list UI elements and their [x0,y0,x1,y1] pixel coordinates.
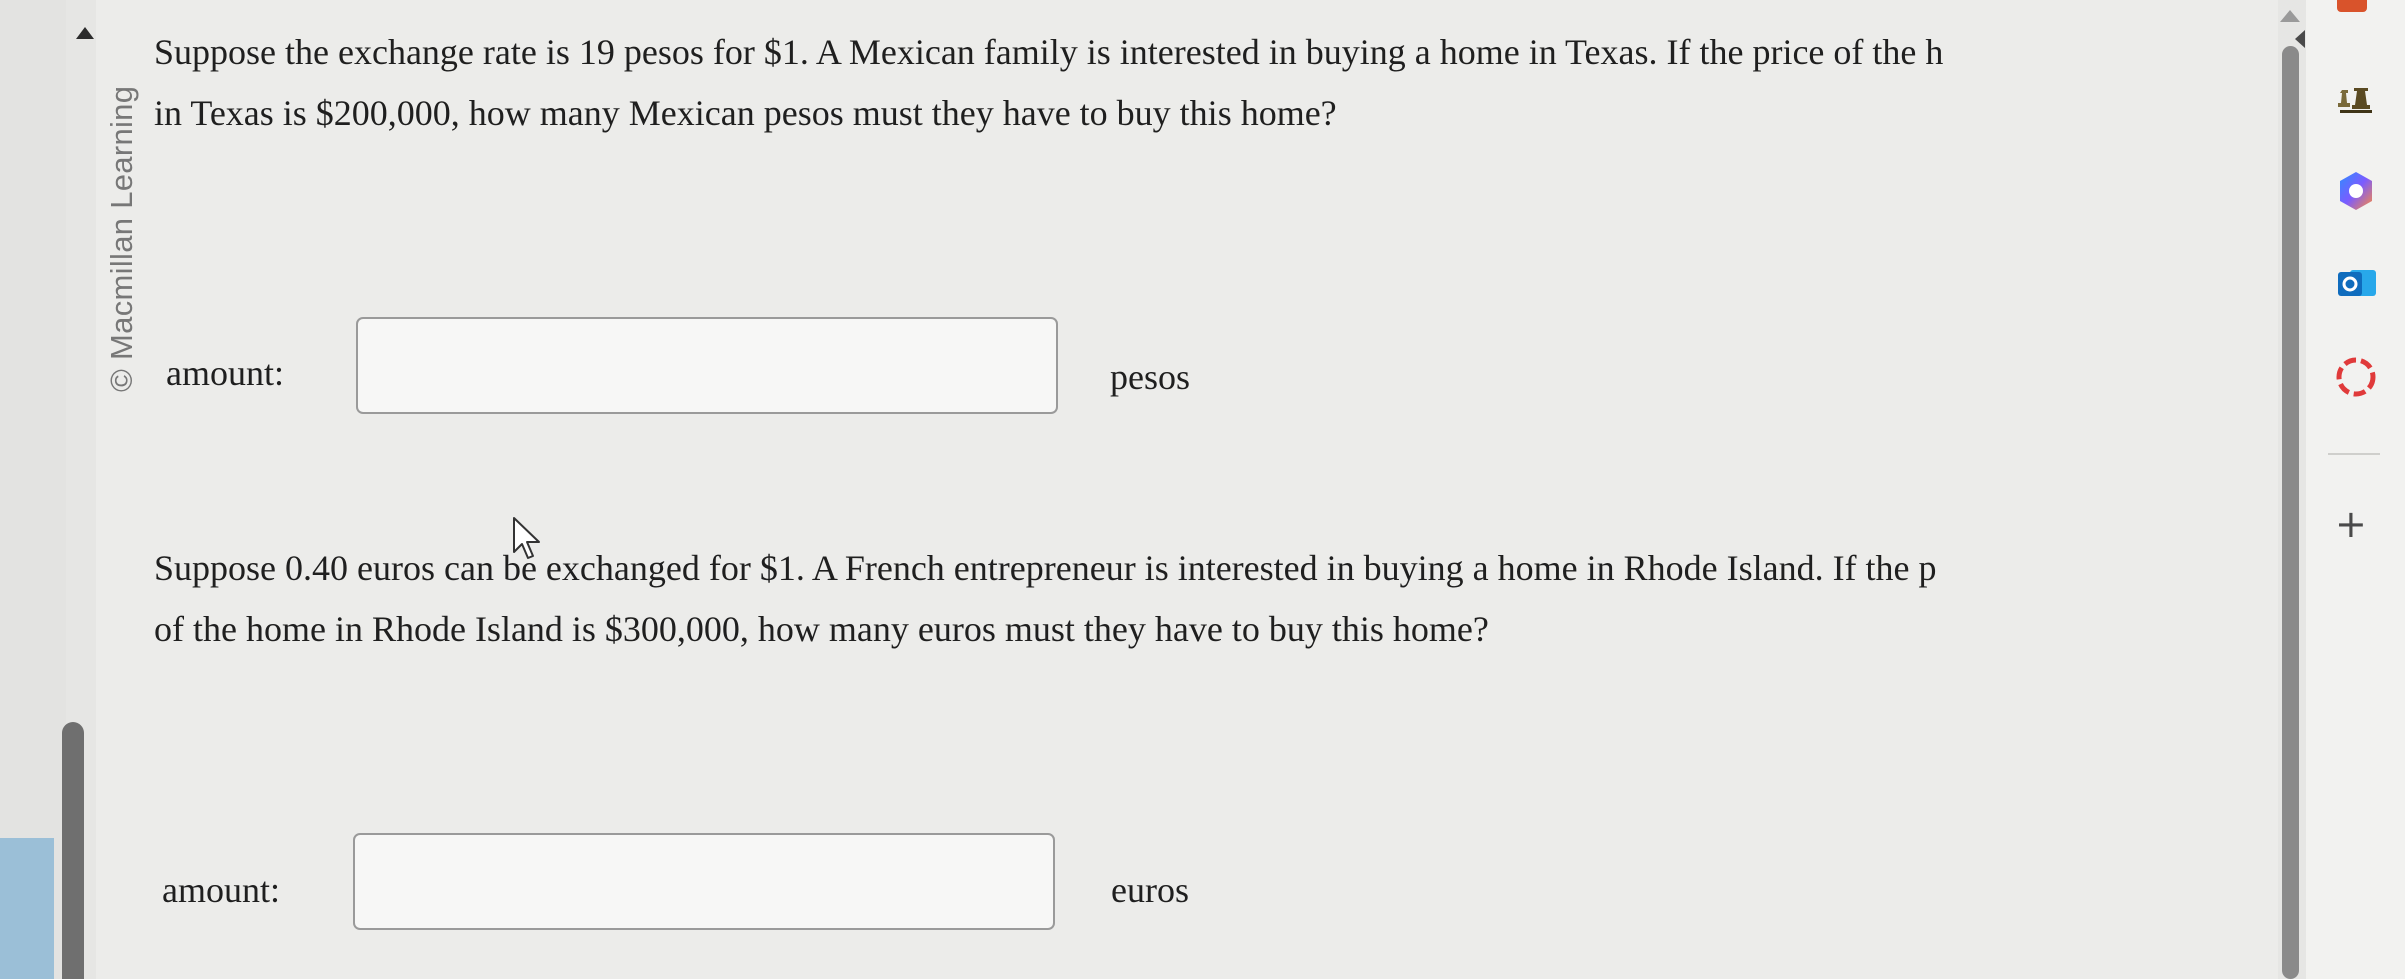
chess-icon[interactable] [2336,80,2376,120]
circle-icon[interactable] [2334,355,2378,399]
pesos-amount-input[interactable] [356,317,1058,414]
amount-label: amount: [162,870,280,910]
mouse-pointer-icon [512,516,546,565]
question-1-line-1: Suppose the exchange rate is 19 pesos fo… [154,32,1944,72]
question-2-line-1: Suppose 0.40 euros can be exchanged for … [154,548,1937,588]
question-1-line-2: in Texas is $200,000, how many Mexican p… [154,93,1337,133]
question-2-text: Suppose 0.40 euros can be exchanged for … [154,538,2284,660]
page-scrollbar[interactable] [2282,46,2299,979]
unit-label-euros: euros [1111,870,1189,910]
left-blue-panel [0,838,54,979]
unit-label-pesos: pesos [1110,357,1190,397]
amount-label: amount: [166,353,284,393]
add-icon[interactable]: + [2335,505,2367,543]
left-scrollbar-thumb[interactable] [62,722,84,979]
sidebar-top-icon[interactable] [2337,0,2367,12]
scroll-up-icon[interactable] [2280,10,2300,22]
scroll-up-arrow-icon[interactable] [76,27,94,39]
outlook-icon[interactable] [2336,264,2378,304]
copyright-watermark: © Macmillan Learning [104,85,139,392]
euros-amount-input[interactable] [353,833,1055,930]
copilot-icon[interactable] [2334,169,2378,213]
sidebar-divider [2328,453,2380,455]
question-1-text: Suppose the exchange rate is 19 pesos fo… [154,22,2284,144]
collapse-arrow-icon[interactable] [2295,30,2305,48]
question-2-line-2: of the home in Rhode Island is $300,000,… [154,609,1489,649]
edge-sidebar [2306,0,2405,979]
left-page-strip [0,0,66,979]
